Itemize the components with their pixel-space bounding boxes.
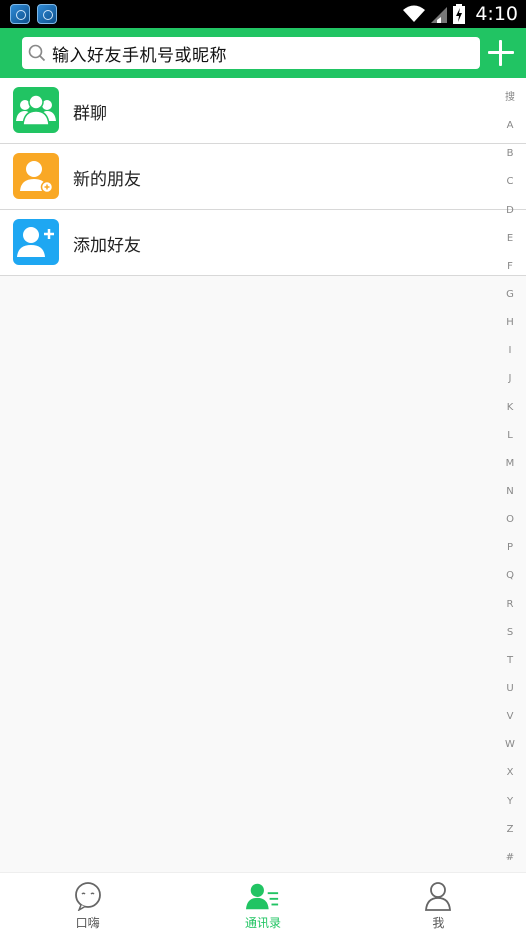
index-letter[interactable]: F (507, 261, 513, 273)
tab-chat[interactable]: 口嗨 (0, 873, 175, 935)
tab-me[interactable]: 我 (351, 873, 526, 935)
group-chat-icon (13, 87, 59, 133)
list-item-label: 添加好友 (73, 236, 141, 256)
index-letter[interactable]: T (507, 655, 513, 667)
index-letter[interactable]: Z (507, 824, 514, 836)
list-item-add-friend[interactable]: 添加好友 (0, 210, 526, 276)
contacts-icon (245, 881, 280, 911)
index-letter[interactable]: P (507, 542, 513, 554)
contact-list: 群聊 新的朋友 添加好友 (0, 78, 526, 276)
index-letter[interactable]: H (506, 317, 514, 329)
index-letter[interactable]: S (507, 627, 513, 639)
header-bar: 输入好友手机号或昵称 (0, 28, 526, 78)
app-notification-icon (10, 4, 30, 24)
list-item-label: 群聊 (73, 104, 107, 124)
list-item-label: 新的朋友 (73, 170, 141, 190)
list-item-new-friend[interactable]: 新的朋友 (0, 144, 526, 210)
plus-icon[interactable] (488, 40, 514, 66)
list-item-group-chat[interactable]: 群聊 (0, 78, 526, 144)
signal-icon (431, 7, 448, 23)
index-letter[interactable]: B (507, 148, 514, 160)
chat-bubble-icon (71, 881, 105, 911)
search-placeholder: 输入好友手机号或昵称 (52, 45, 227, 66)
index-letter[interactable]: R (507, 599, 514, 611)
index-letter[interactable]: # (506, 852, 514, 864)
index-letter[interactable]: Y (507, 796, 513, 808)
index-letter[interactable]: 搜 (505, 92, 515, 104)
new-friend-icon (13, 153, 59, 199)
index-letter[interactable]: X (507, 767, 514, 779)
index-letter[interactable]: M (506, 458, 515, 470)
status-time: 4:10 (475, 3, 518, 25)
app-notification-icon (37, 4, 57, 24)
search-icon (28, 44, 46, 62)
index-letter[interactable]: U (506, 683, 513, 695)
index-letter[interactable]: Q (506, 570, 514, 582)
index-letter[interactable]: I (509, 345, 512, 357)
add-friend-icon (13, 219, 59, 265)
index-letter[interactable]: J (509, 373, 512, 385)
battery-charging-icon (453, 4, 466, 24)
index-letter[interactable]: O (506, 514, 514, 526)
index-letter[interactable]: L (507, 430, 513, 442)
tab-label: 我 (432, 916, 445, 930)
index-letter[interactable]: G (506, 289, 514, 301)
search-input[interactable]: 输入好友手机号或昵称 (22, 37, 480, 69)
index-letter[interactable]: K (507, 402, 514, 414)
bottom-nav: 口嗨 通讯录 我 (0, 872, 526, 935)
tab-label: 通讯录 (244, 916, 281, 930)
profile-icon (421, 881, 455, 911)
status-bar: 4:10 (0, 0, 526, 28)
tab-contacts[interactable]: 通讯录 (175, 873, 350, 935)
index-letter[interactable]: W (505, 739, 515, 751)
tab-label: 口嗨 (75, 916, 100, 930)
index-letter[interactable]: C (507, 176, 514, 188)
index-letter[interactable]: V (507, 711, 514, 723)
index-letter[interactable]: A (507, 120, 514, 132)
index-letter[interactable]: E (507, 233, 513, 245)
alphabet-index-bar[interactable]: 搜 A B C D E F G H I J K L M N O P Q R S T U V W X Y Z # (500, 92, 520, 864)
index-letter[interactable]: D (506, 205, 514, 217)
index-letter[interactable]: N (506, 486, 513, 498)
wifi-icon (403, 5, 426, 22)
